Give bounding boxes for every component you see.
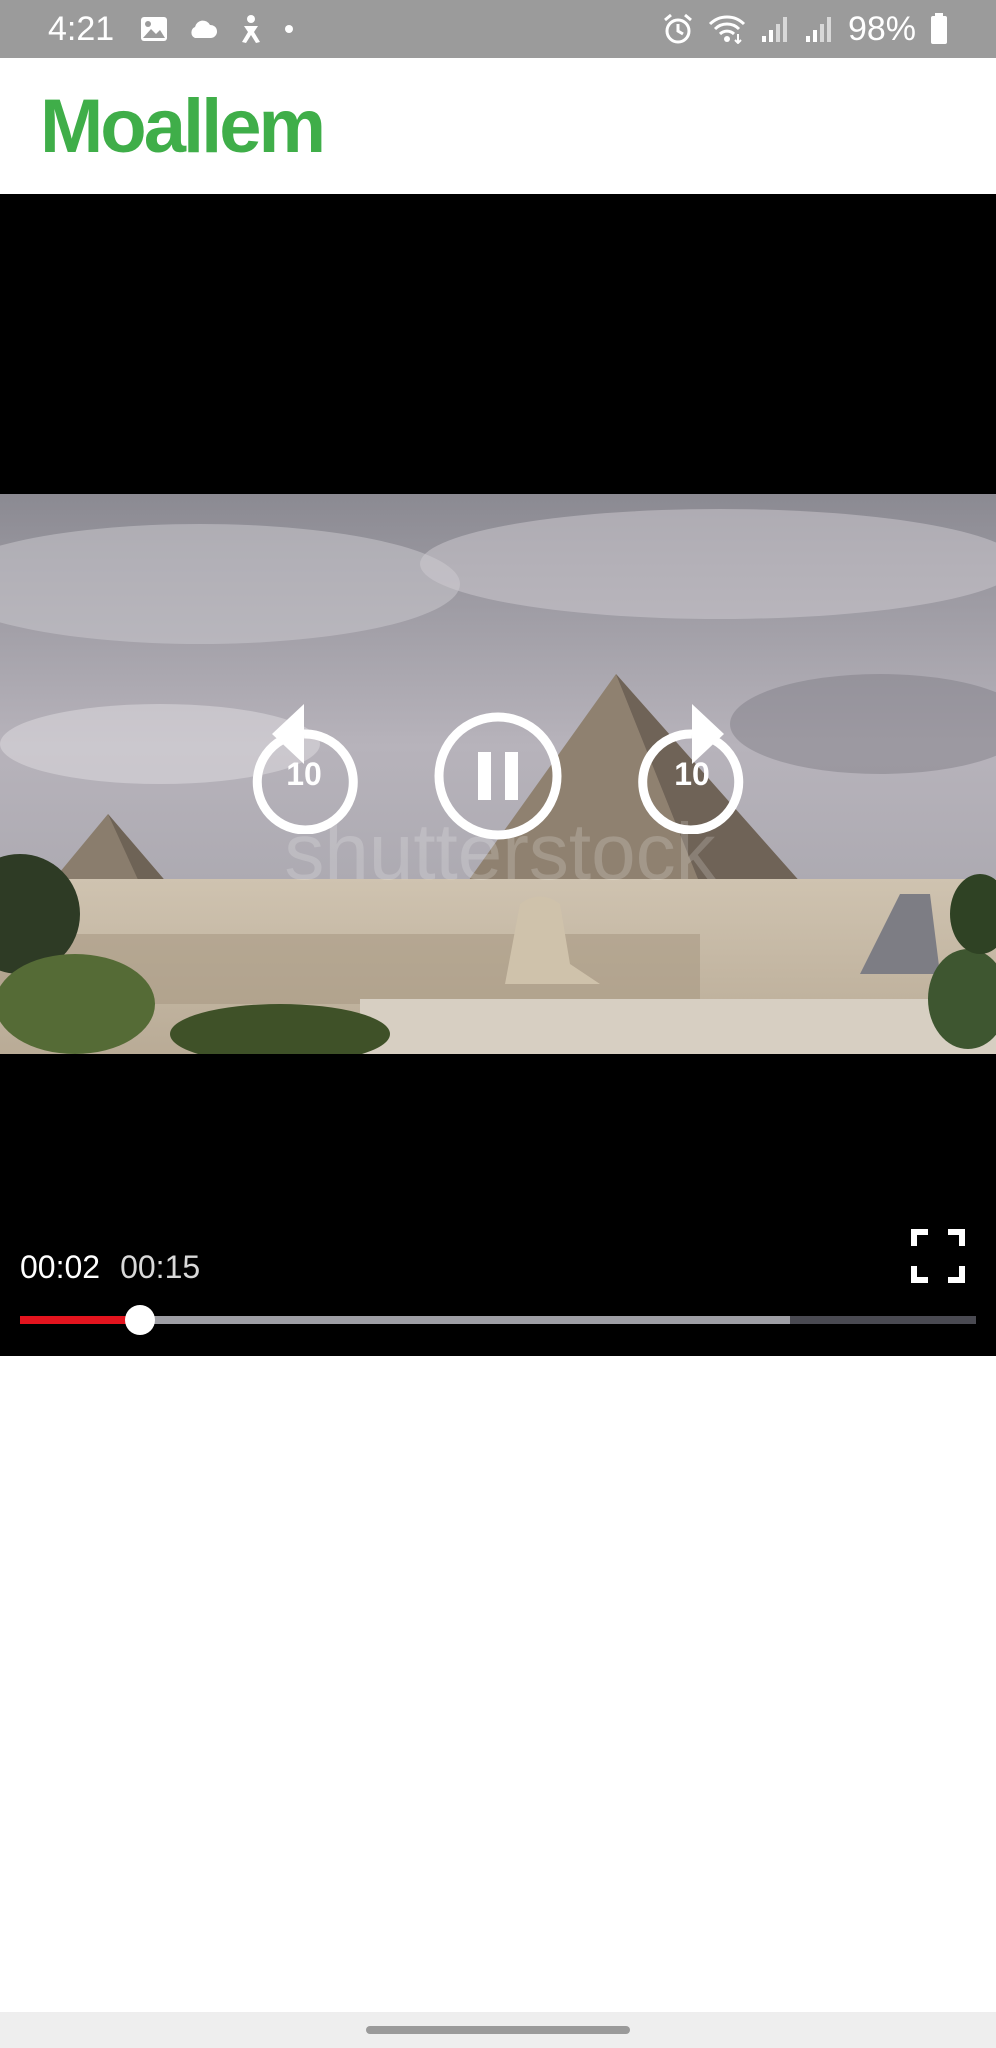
cloud-icon — [188, 19, 218, 39]
battery-percent: 98% — [847, 9, 916, 48]
status-bar: 4:21 98% — [0, 0, 996, 58]
pause-button[interactable] — [432, 710, 564, 842]
wifi-icon — [708, 14, 746, 44]
signal-icon — [760, 14, 790, 44]
home-handle[interactable] — [366, 2026, 630, 2034]
content-area — [0, 1356, 996, 2012]
alarm-icon — [662, 13, 694, 45]
dot-icon — [284, 24, 294, 34]
seek-progress — [20, 1316, 140, 1324]
signal-icon — [804, 14, 834, 44]
fullscreen-button[interactable] — [910, 1228, 966, 1284]
app-logo: Moallem — [40, 83, 326, 169]
pause-icon — [434, 712, 562, 840]
duration: 00:15 — [120, 1249, 201, 1285]
forward-10-button[interactable]: 10 — [632, 694, 752, 834]
seek-bar[interactable] — [20, 1305, 976, 1335]
fullscreen-icon — [911, 1229, 965, 1283]
forward-10-label: 10 — [674, 756, 710, 792]
rewind-10-label: 10 — [286, 756, 322, 792]
time-display: 00:02 00:15 — [20, 1249, 200, 1286]
status-time: 4:21 — [48, 9, 115, 48]
status-right-icons: 98% — [662, 10, 948, 49]
system-nav-bar — [0, 2012, 996, 2048]
image-icon — [140, 16, 168, 42]
video-player[interactable]: shutterstock 10 10 00:02 00:15 — [0, 194, 996, 1356]
battery-icon — [930, 13, 948, 45]
accessibility-icon — [238, 14, 264, 44]
seek-thumb[interactable] — [124, 1305, 155, 1335]
status-left-icons — [140, 14, 294, 44]
rewind-10-button[interactable]: 10 — [244, 694, 364, 834]
current-time: 00:02 — [20, 1249, 101, 1285]
app-header: Moallem — [0, 58, 996, 194]
